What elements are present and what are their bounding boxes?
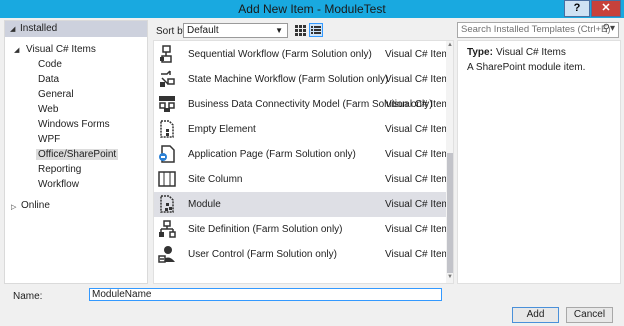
online-expand-triangle-icon[interactable]: ▷ xyxy=(11,203,16,211)
type-value: Visual C# Items xyxy=(496,47,566,58)
tree-item-workflow[interactable]: Workflow xyxy=(38,179,79,190)
template-language: Visual C# Items xyxy=(385,199,454,210)
tree-item-data[interactable]: Data xyxy=(38,74,59,85)
template-name: Site Definition (Farm Solution only) xyxy=(188,224,343,235)
scroll-down-arrow-icon[interactable]: ▼ xyxy=(446,274,453,280)
name-label: Name: xyxy=(13,291,43,302)
name-field[interactable]: ModuleName xyxy=(89,288,442,301)
template-row[interactable]: User Control (Farm Solution only) Visual … xyxy=(154,242,453,267)
template-language: Visual C# Items xyxy=(385,174,454,185)
details-pane: Type: Visual C# Items A SharePoint modul… xyxy=(457,40,621,284)
template-row[interactable]: Site Definition (Farm Solution only) Visu… xyxy=(154,217,453,242)
template-row[interactable]: Site Column Visual C# Items xyxy=(154,167,453,192)
template-language: Visual C# Items xyxy=(385,224,454,235)
template-row[interactable]: Business Data Connectivity Model (Farm S… xyxy=(154,92,453,117)
scrollbar-thumb[interactable] xyxy=(447,153,453,273)
tree-item-general[interactable]: General xyxy=(38,89,74,100)
template-language: Visual C# Items xyxy=(385,99,454,110)
template-name: Site Column xyxy=(188,174,243,185)
item-description: A SharePoint module item. xyxy=(467,62,586,73)
state-machine-workflow-icon xyxy=(158,70,176,88)
site-column-icon xyxy=(158,170,176,188)
template-name: State Machine Workflow (Farm Solution on… xyxy=(188,74,389,85)
collapse-triangle-icon[interactable]: ◢ xyxy=(10,25,15,33)
expand-triangle-icon[interactable]: ◢ xyxy=(14,46,19,54)
tree-item-windows-forms[interactable]: Windows Forms xyxy=(38,119,110,130)
small-icons-view-button[interactable] xyxy=(309,23,323,37)
template-row[interactable]: State Machine Workflow (Farm Solution on… xyxy=(154,67,453,92)
template-name: Empty Element xyxy=(188,124,256,135)
help-button[interactable]: ? xyxy=(564,0,590,17)
tree-item-wpf[interactable]: WPF xyxy=(38,134,60,145)
tree-item-visual-csharp[interactable]: Visual C# Items xyxy=(26,44,96,55)
tree-item-online[interactable]: Online xyxy=(21,200,50,211)
template-row[interactable]: Application Page (Farm Solution only) Vis… xyxy=(154,142,453,167)
scroll-up-arrow-icon[interactable]: ▲ xyxy=(446,42,453,48)
list-view-icon xyxy=(311,26,321,34)
category-tree: ◢ Installed ◢ Visual C# Items Code Data Ge… xyxy=(4,20,148,284)
close-button[interactable]: ✕ xyxy=(591,0,621,17)
empty-element-icon xyxy=(158,120,176,138)
search-input[interactable]: Search Installed Templates (Ctrl+E) ⚲▾ xyxy=(457,22,619,38)
add-button[interactable]: Add xyxy=(512,307,559,323)
installed-header[interactable]: ◢ Installed xyxy=(5,21,147,37)
template-language: Visual C# Items xyxy=(385,124,454,135)
tree-item-code[interactable]: Code xyxy=(38,59,62,70)
tree-item-web[interactable]: Web xyxy=(38,104,58,115)
template-name: Sequential Workflow (Farm Solution only) xyxy=(188,49,372,60)
search-icon[interactable]: ⚲▾ xyxy=(603,22,615,36)
search-placeholder: Search Installed Templates (Ctrl+E) xyxy=(461,24,611,35)
vertical-scrollbar[interactable]: ▲ ▼ xyxy=(446,41,453,283)
type-label: Type: xyxy=(467,47,493,58)
title-bar: Add New Item - ModuleTest ? ✕ xyxy=(0,0,624,18)
template-language: Visual C# Items xyxy=(385,74,454,85)
grid-view-icon xyxy=(295,25,306,36)
template-name: User Control (Farm Solution only) xyxy=(188,249,337,260)
site-definition-icon xyxy=(158,220,176,238)
window-title: Add New Item - ModuleTest xyxy=(238,2,386,16)
template-language: Visual C# Items xyxy=(385,249,454,260)
name-value: ModuleName xyxy=(92,289,152,300)
template-row[interactable]: Module Visual C# Items xyxy=(154,192,453,217)
template-row[interactable]: Sequential Workflow (Farm Solution only)… xyxy=(154,42,453,67)
template-row[interactable]: Empty Element Visual C# Items xyxy=(154,117,453,142)
sequential-workflow-icon xyxy=(158,45,176,63)
template-language: Visual C# Items xyxy=(385,149,454,160)
template-name: Application Page (Farm Solution only) xyxy=(188,149,356,160)
chevron-down-icon: ▼ xyxy=(275,26,283,35)
template-name: Module xyxy=(188,199,221,210)
user-control-icon xyxy=(158,245,176,263)
tree-item-reporting[interactable]: Reporting xyxy=(38,164,81,175)
module-icon xyxy=(158,195,176,213)
template-language: Visual C# Items xyxy=(385,49,454,60)
tree-item-office-sharepoint[interactable]: Office/SharePoint xyxy=(36,149,119,160)
application-page-icon xyxy=(158,145,176,163)
sort-value: Default xyxy=(187,25,219,36)
medium-icons-view-button[interactable] xyxy=(293,23,307,37)
installed-label: Installed xyxy=(20,23,58,34)
cancel-button[interactable]: Cancel xyxy=(566,307,613,323)
template-list: Sequential Workflow (Farm Solution only)… xyxy=(153,40,454,284)
bdc-model-icon xyxy=(158,95,176,113)
sort-dropdown[interactable]: Default ▼ xyxy=(183,23,288,38)
